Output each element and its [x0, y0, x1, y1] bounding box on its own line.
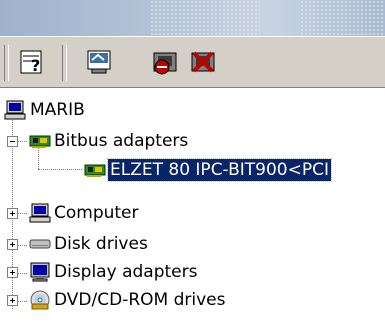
expand-toggle[interactable]: [7, 295, 18, 306]
uninstall-device-icon: [188, 47, 218, 77]
tree-node-dvd-cdrom-drives[interactable]: DVD/CD-ROM drives: [0, 286, 260, 315]
cdrom-icon: [29, 289, 51, 311]
disable-device-button[interactable]: [150, 47, 180, 77]
tree-node-bitbus-adapters[interactable]: Bitbus adapters: [0, 127, 260, 156]
tree-node-label: Display adapters: [54, 262, 198, 282]
expand-toggle[interactable]: [7, 239, 18, 250]
device-tree: MARIB Bitbus adapters ELZET 80 IPC-BIT90…: [0, 90, 385, 326]
network-card-icon: [29, 130, 51, 152]
tree-node-computer[interactable]: Computer: [0, 199, 200, 228]
toolbar: ?: [0, 36, 385, 88]
expand-toggle[interactable]: [7, 208, 18, 219]
properties-icon: [84, 47, 114, 77]
network-card-icon: [84, 159, 106, 181]
toolbar-separator: [62, 45, 67, 81]
svg-text:?: ?: [31, 56, 40, 75]
computer-icon: [4, 99, 26, 121]
properties-button[interactable]: [84, 47, 114, 77]
tree-node-label: ELZET 80 IPC-BIT900<PCI: [107, 158, 332, 182]
help-button[interactable]: ?: [18, 47, 48, 77]
tree-root[interactable]: MARIB: [0, 96, 200, 125]
disk-drive-icon: [29, 233, 51, 255]
tree-root-label: MARIB: [30, 100, 85, 120]
tree-node-label: DVD/CD-ROM drives: [54, 290, 226, 310]
monitor-icon: [29, 261, 51, 283]
disable-device-icon: [150, 47, 180, 77]
tree-node-elzet[interactable]: ELZET 80 IPC-BIT900<PCI: [0, 156, 385, 185]
title-bar: [0, 0, 385, 36]
tree-node-label: Computer: [54, 203, 139, 223]
tree-node-label: Bitbus adapters: [54, 131, 189, 151]
collapse-toggle[interactable]: [7, 136, 18, 147]
expand-toggle[interactable]: [7, 267, 18, 278]
help-icon: ?: [18, 47, 48, 77]
title-bar-pattern: [300, 0, 385, 36]
computer-icon: [29, 202, 51, 224]
toolbar-grip[interactable]: [4, 45, 9, 81]
uninstall-device-button[interactable]: [188, 47, 218, 77]
tree-node-disk-drives[interactable]: Disk drives: [0, 230, 200, 259]
title-bar-pattern: [150, 0, 260, 36]
tree-node-label: Disk drives: [54, 234, 148, 254]
tree-node-display-adapters[interactable]: Display adapters: [0, 258, 220, 287]
